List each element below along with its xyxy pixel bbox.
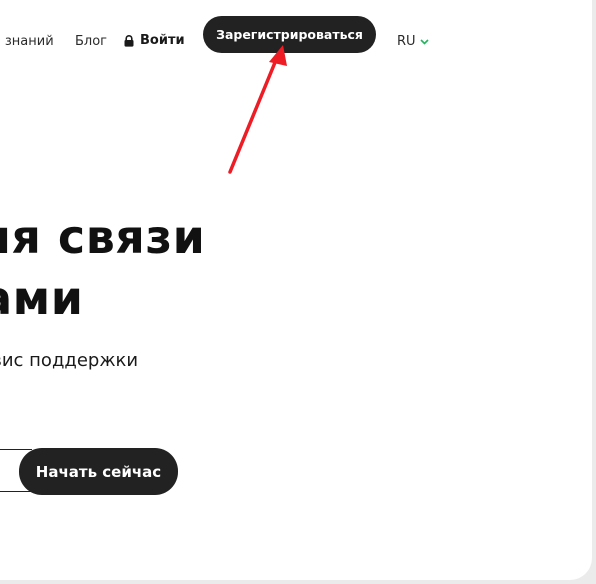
hero-title-text-2: с клиентами <box>0 271 84 325</box>
hero-subtitle-text: Облачный сервис поддержки <box>0 350 139 371</box>
nav-blog[interactable]: Блог <box>75 35 107 48</box>
hero-title-line-1: Все для связи <box>0 214 205 260</box>
register-button[interactable]: Зарегистрироваться <box>203 16 376 53</box>
landing-page: База знаний Блог Войти Зарегистрироватьс… <box>0 0 592 580</box>
language-label: RU <box>397 34 416 49</box>
hero-title-text-1: Все для связи <box>0 210 206 264</box>
start-now-button[interactable]: Начать сейчас <box>19 448 178 495</box>
hero-title-line-2: с клиентами <box>0 275 83 321</box>
login-label: Войти <box>140 33 185 48</box>
browser-viewport: База знаний Блог Войти Зарегистрироватьс… <box>0 0 596 584</box>
language-selector[interactable]: RU <box>397 34 429 49</box>
login-link[interactable]: Войти <box>124 33 185 48</box>
hero-subtitle: Облачный сервис поддержки <box>0 352 138 370</box>
lock-icon <box>124 34 134 47</box>
nav-knowledge-base[interactable]: База знаний <box>0 35 54 48</box>
chevron-down-icon <box>419 38 429 45</box>
